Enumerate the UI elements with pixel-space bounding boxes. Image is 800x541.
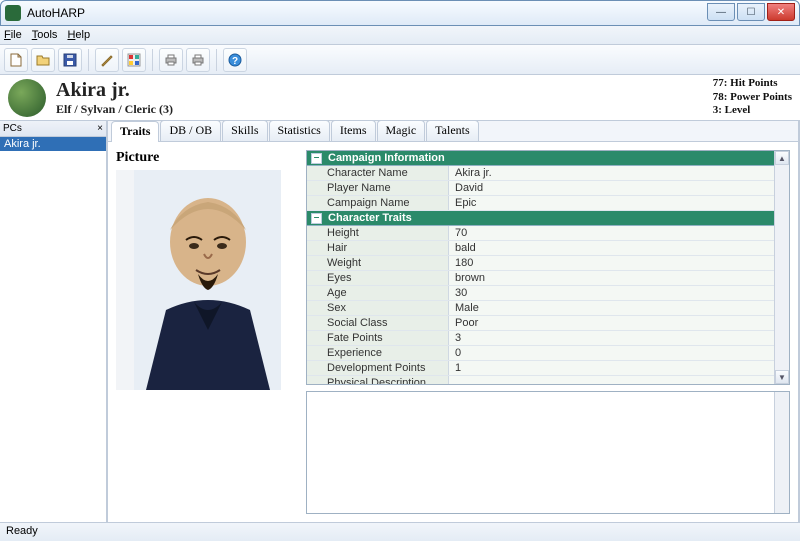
pc-list-panel: PCs × Akira jr. [0, 121, 108, 522]
tab-bar: Traits DB / OB Skills Statistics Items M… [108, 121, 798, 142]
table-row: Social ClassPoor [307, 316, 774, 331]
collapse-icon[interactable]: – [311, 213, 322, 224]
character-subtitle: Elf / Sylvan / Cleric (3) [56, 102, 173, 117]
section-campaign-info[interactable]: –Campaign Information [307, 151, 774, 166]
pc-panel-close-icon[interactable]: × [97, 123, 103, 134]
new-icon[interactable] [4, 48, 28, 72]
character-header: Akira jr. Elf / Sylvan / Cleric (3) 77: … [0, 75, 800, 121]
level-line: 3: Level [713, 104, 792, 118]
hit-points-line: 77: Hit Points [713, 77, 792, 91]
table-row: Experience0 [307, 346, 774, 361]
app-icon [5, 5, 21, 21]
table-row: SexMale [307, 301, 774, 316]
menu-file[interactable]: File [4, 29, 22, 41]
print-icon[interactable] [159, 48, 183, 72]
property-scrollbar[interactable]: ▲ ▼ [774, 151, 789, 384]
title-bar: AutoHARP — ☐ ✕ [0, 0, 800, 26]
tab-skills[interactable]: Skills [222, 120, 267, 141]
status-text: Ready [6, 525, 38, 537]
property-grid: ▲ ▼ –Campaign Information Character Name… [306, 150, 790, 385]
menu-help[interactable]: Help [67, 29, 90, 41]
open-icon[interactable] [31, 48, 55, 72]
toolbar: ? [0, 45, 800, 75]
description-textbox[interactable] [306, 391, 790, 514]
table-row: Age30 [307, 286, 774, 301]
character-portrait [116, 170, 281, 390]
table-row: Height70 [307, 226, 774, 241]
section-character-traits[interactable]: –Character Traits [307, 211, 774, 226]
menu-tools[interactable]: Tools [32, 29, 58, 41]
table-row: Fate Points3 [307, 331, 774, 346]
collapse-icon[interactable]: – [311, 153, 322, 164]
minimize-button[interactable]: — [707, 3, 735, 21]
pc-list-item[interactable]: Akira jr. [0, 137, 106, 151]
svg-text:?: ? [232, 56, 238, 67]
table-row: Character NameAkira jr. [307, 166, 774, 181]
table-row: Player NameDavid [307, 181, 774, 196]
wand-icon[interactable] [95, 48, 119, 72]
toolbar-separator [152, 49, 153, 71]
menu-bar: File Tools Help [0, 26, 800, 45]
tab-db-ob[interactable]: DB / OB [160, 120, 221, 141]
picture-label: Picture [116, 150, 296, 166]
tab-items[interactable]: Items [331, 120, 376, 141]
tab-statistics[interactable]: Statistics [269, 120, 330, 141]
pc-panel-title: PCs [3, 123, 22, 134]
scroll-down-icon[interactable]: ▼ [775, 370, 789, 384]
table-row: Hairbald [307, 241, 774, 256]
table-row: Campaign NameEpic [307, 196, 774, 211]
table-row: Physical Description [307, 376, 774, 385]
character-name: Akira jr. [56, 79, 173, 102]
description-scrollbar[interactable] [774, 392, 789, 513]
table-row: Weight180 [307, 256, 774, 271]
stat-summary: 77: Hit Points 78: Power Points 3: Level [713, 77, 792, 118]
palette-icon[interactable] [122, 48, 146, 72]
tab-talents[interactable]: Talents [426, 120, 478, 141]
save-icon[interactable] [58, 48, 82, 72]
scroll-up-icon[interactable]: ▲ [775, 151, 789, 165]
window-title: AutoHARP [27, 6, 85, 20]
maximize-button[interactable]: ☐ [737, 3, 765, 21]
toolbar-separator [88, 49, 89, 71]
tab-traits[interactable]: Traits [111, 121, 159, 142]
game-logo-icon [8, 79, 46, 117]
help-icon[interactable]: ? [223, 48, 247, 72]
table-row: Eyesbrown [307, 271, 774, 286]
toolbar-separator [216, 49, 217, 71]
status-bar: Ready [0, 522, 800, 541]
print-preview-icon[interactable] [186, 48, 210, 72]
close-button[interactable]: ✕ [767, 3, 795, 21]
table-row: Development Points1 [307, 361, 774, 376]
tab-magic[interactable]: Magic [377, 120, 426, 141]
power-points-line: 78: Power Points [713, 91, 792, 105]
